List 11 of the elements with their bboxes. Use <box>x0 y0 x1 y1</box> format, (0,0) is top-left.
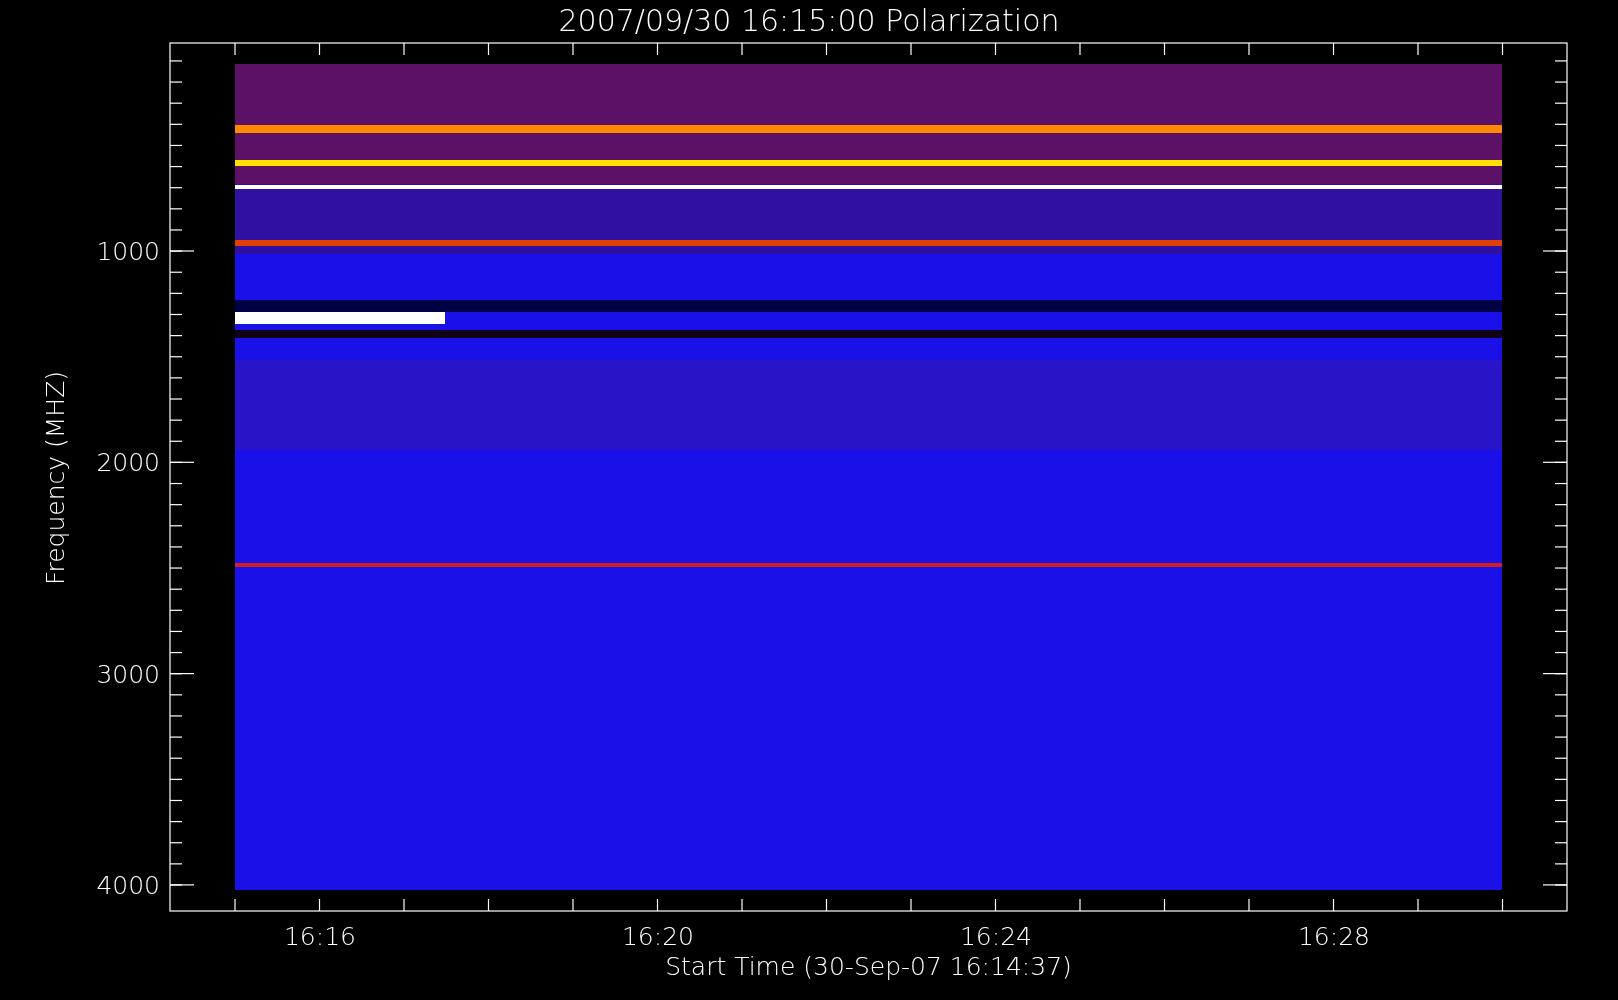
y-axis-label: Frequency (MHZ) <box>41 370 70 586</box>
x-tick-label: 16:28 <box>1298 922 1370 951</box>
x-tick-label: 16:16 <box>284 922 356 951</box>
x-tick-label: 16:20 <box>622 922 694 951</box>
y-tick-label: 1000 <box>96 237 160 266</box>
y-tick-label: 2000 <box>96 448 160 478</box>
x-tick-label: 16:24 <box>960 922 1032 951</box>
y-tick-label: 4000 <box>96 870 160 900</box>
chart-title: 2007/09/30 16:15:00 Polarization <box>558 3 1060 38</box>
x-axis-label: Start Time (30-Sep-07 16:14:37) <box>665 952 1072 981</box>
y-tick-label: 3000 <box>96 659 160 689</box>
